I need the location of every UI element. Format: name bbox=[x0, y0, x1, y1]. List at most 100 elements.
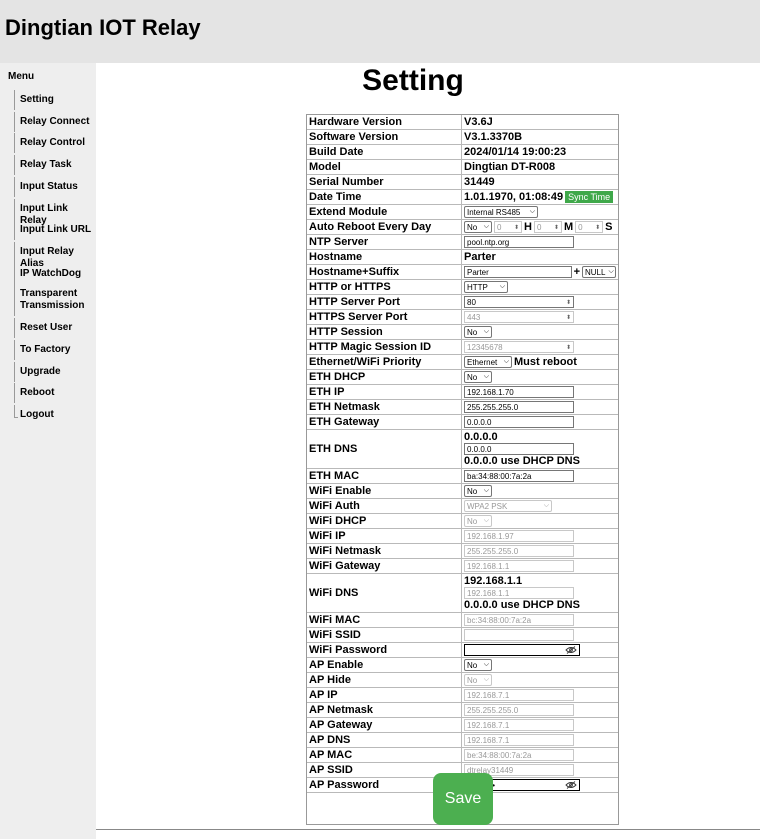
value-eth-dhcp-cell: No ⌵ bbox=[462, 370, 618, 384]
label-ap-enable: AP Enable bbox=[307, 658, 462, 672]
ap-ip-input[interactable]: 192.168.7.1 bbox=[464, 689, 574, 701]
priority-select[interactable]: Ethernet ⌵ bbox=[464, 356, 512, 368]
hostname-suffix-select[interactable]: NULL ⌵ bbox=[582, 266, 616, 278]
sidebar: Menu Setting Relay Connect Relay Control Re… bbox=[0, 63, 96, 839]
http-magic-input[interactable]: 12345678 ⬍ bbox=[464, 341, 574, 353]
eye-off-icon[interactable] bbox=[565, 781, 577, 789]
row-eth-dhcp: ETH DHCP No ⌵ bbox=[307, 370, 618, 385]
label-wifi-dns: WiFi DNS bbox=[307, 574, 462, 612]
wifi-ssid-input[interactable] bbox=[464, 629, 574, 641]
eye-off-icon[interactable] bbox=[565, 646, 577, 654]
value-model: Dingtian DT-R008 bbox=[464, 161, 556, 173]
value-eth-netmask-cell: 255.255.255.0 bbox=[462, 400, 618, 414]
auto-reboot-hour-input[interactable]: 0 ⬍ bbox=[494, 221, 522, 233]
footer-divider bbox=[96, 829, 760, 830]
label-wifi-ip: WiFi IP bbox=[307, 529, 462, 543]
wifi-dns-input[interactable]: 192.168.1.1 bbox=[464, 587, 574, 599]
ap-dns-input[interactable]: 192.168.7.1 bbox=[464, 734, 574, 746]
chevron-down-icon: ⌵ bbox=[483, 328, 489, 335]
ap-mac-input[interactable]: be:34:88:00:7a:2a bbox=[464, 749, 574, 761]
sidebar-item-relay-control[interactable]: Relay Control bbox=[0, 133, 96, 153]
eth-ip-input[interactable]: 192.168.1.70 bbox=[464, 386, 574, 398]
wifi-ip-input[interactable]: 192.168.1.97 bbox=[464, 530, 574, 542]
ap-gateway-input[interactable]: 192.168.7.1 bbox=[464, 719, 574, 731]
value-date-time-cell: 1.01.1970, 01:08:49 Sync Time bbox=[462, 190, 618, 204]
sidebar-item-logout[interactable]: Logout bbox=[0, 405, 96, 421]
sidebar-item-relay-connect[interactable]: Relay Connect bbox=[0, 112, 96, 132]
row-http-magic: HTTP Magic Session ID 12345678 ⬍ bbox=[307, 340, 618, 355]
eth-netmask-input[interactable]: 255.255.255.0 bbox=[464, 401, 574, 413]
label-wifi-dhcp: WiFi DHCP bbox=[307, 514, 462, 528]
value-build-date: 2024/01/14 19:00:23 bbox=[464, 146, 567, 158]
sidebar-item-to-factory[interactable]: To Factory bbox=[0, 340, 96, 360]
ap-enable-select[interactable]: No ⌵ bbox=[464, 659, 492, 671]
value-software-version: V3.1.3370B bbox=[464, 131, 523, 143]
row-software-version: Software Version V3.1.3370B bbox=[307, 130, 618, 145]
wifi-netmask-input[interactable]: 255.255.255.0 bbox=[464, 545, 574, 557]
extend-module-select[interactable]: Internal RS485 ⌵ bbox=[464, 206, 538, 218]
sidebar-item-input-status[interactable]: Input Status bbox=[0, 177, 96, 197]
row-ap-netmask: AP Netmask 255.255.255.0 bbox=[307, 703, 618, 718]
row-https-port: HTTPS Server Port 443 ⬍ bbox=[307, 310, 618, 325]
auto-reboot-second-input[interactable]: 0 ⬍ bbox=[575, 221, 604, 233]
label-ap-mac: AP MAC bbox=[307, 748, 462, 762]
eth-dns-input[interactable]: 0.0.0.0 bbox=[464, 443, 574, 455]
wifi-mac-input[interactable]: bc:34:88:00:7a:2a bbox=[464, 614, 574, 626]
value-wifi-password-cell bbox=[462, 643, 618, 657]
wifi-dns-current: 192.168.1.1 bbox=[464, 575, 523, 587]
sidebar-item-ip-watchdog[interactable]: IP WatchDog bbox=[0, 264, 96, 284]
sidebar-item-input-link-url[interactable]: Input Link URL bbox=[0, 220, 96, 240]
value-eth-mac-cell: ba:34:88:00:7a:2a bbox=[462, 469, 618, 483]
http-session-select[interactable]: No ⌵ bbox=[464, 326, 492, 338]
row-ap-enable: AP Enable No ⌵ bbox=[307, 658, 618, 673]
hostname-suffix-input[interactable]: Parter bbox=[464, 266, 572, 278]
ap-hide-select[interactable]: No ⌵ bbox=[464, 674, 492, 686]
eth-dhcp-select[interactable]: No ⌵ bbox=[464, 371, 492, 383]
auto-reboot-enable-select[interactable]: No ⌵ bbox=[464, 221, 492, 233]
row-wifi-mac: WiFi MAC bc:34:88:00:7a:2a bbox=[307, 613, 618, 628]
value-ap-hide-cell: No ⌵ bbox=[462, 673, 618, 687]
row-eth-dns: ETH DNS 0.0.0.0 0.0.0.0 0.0.0.0 use DHCP… bbox=[307, 430, 618, 469]
app-header: Dingtian IOT Relay bbox=[0, 0, 760, 63]
wifi-gateway-input[interactable]: 192.168.1.1 bbox=[464, 560, 574, 572]
label-auto-reboot: Auto Reboot Every Day bbox=[307, 220, 462, 234]
sidebar-item-reboot[interactable]: Reboot bbox=[0, 383, 96, 403]
eth-gateway-input[interactable]: 0.0.0.0 bbox=[464, 416, 574, 428]
value-hardware-version: V3.6J bbox=[464, 116, 493, 128]
row-wifi-dns: WiFi DNS 192.168.1.1 192.168.1.1 0.0.0.0… bbox=[307, 574, 618, 613]
label-date-time: Date Time bbox=[307, 190, 462, 204]
http-or-https-select[interactable]: HTTP ⌵ bbox=[464, 281, 508, 293]
save-button[interactable]: Save bbox=[433, 773, 493, 825]
sidebar-item-transparent-transmission[interactable]: Transparent Transmission bbox=[0, 284, 96, 316]
row-model: Model Dingtian DT-R008 bbox=[307, 160, 618, 175]
wifi-enable-select[interactable]: No ⌵ bbox=[464, 485, 492, 497]
ntp-server-input[interactable]: pool.ntp.org bbox=[464, 236, 574, 248]
label-eth-ip: ETH IP bbox=[307, 385, 462, 399]
sidebar-item-upgrade[interactable]: Upgrade bbox=[0, 362, 96, 382]
label-serial-number: Serial Number bbox=[307, 175, 462, 189]
label-ap-ip: AP IP bbox=[307, 688, 462, 702]
row-http-or-https: HTTP or HTTPS HTTP ⌵ bbox=[307, 280, 618, 295]
chevron-down-icon: ⌵ bbox=[483, 676, 489, 683]
wifi-dhcp-select[interactable]: No ⌵ bbox=[464, 515, 492, 527]
value-hostname-suffix-cell: Parter + NULL ⌵ bbox=[462, 265, 618, 279]
sidebar-item-setting[interactable]: Setting bbox=[0, 90, 96, 110]
eth-mac-input[interactable]: ba:34:88:00:7a:2a bbox=[464, 470, 574, 482]
sidebar-item-reset-user[interactable]: Reset User bbox=[0, 318, 96, 338]
chevron-down-icon: ⌵ bbox=[483, 373, 489, 380]
value-wifi-dns-cell: 192.168.1.1 192.168.1.1 0.0.0.0 use DHCP… bbox=[462, 574, 618, 612]
extend-module-selected: Internal RS485 bbox=[467, 207, 521, 217]
ap-netmask-input[interactable]: 255.255.255.0 bbox=[464, 704, 574, 716]
value-wifi-netmask-cell: 255.255.255.0 bbox=[462, 544, 618, 558]
wifi-password-input[interactable] bbox=[464, 644, 580, 656]
value-wifi-ssid-cell bbox=[462, 628, 618, 642]
eth-dhcp-selected: No bbox=[467, 372, 478, 382]
sidebar-item-relay-task[interactable]: Relay Task bbox=[0, 155, 96, 175]
sync-time-button[interactable]: Sync Time bbox=[565, 191, 614, 203]
row-http-port: HTTP Server Port 80 ⬍ bbox=[307, 295, 618, 310]
http-port-input[interactable]: 80 ⬍ bbox=[464, 296, 574, 308]
https-port-input[interactable]: 443 ⬍ bbox=[464, 311, 574, 323]
wifi-auth-select[interactable]: WPA2 PSK ⌵ bbox=[464, 500, 552, 512]
auto-reboot-minute-input[interactable]: 0 ⬍ bbox=[533, 221, 562, 233]
value-ap-mac-cell: be:34:88:00:7a:2a bbox=[462, 748, 618, 762]
